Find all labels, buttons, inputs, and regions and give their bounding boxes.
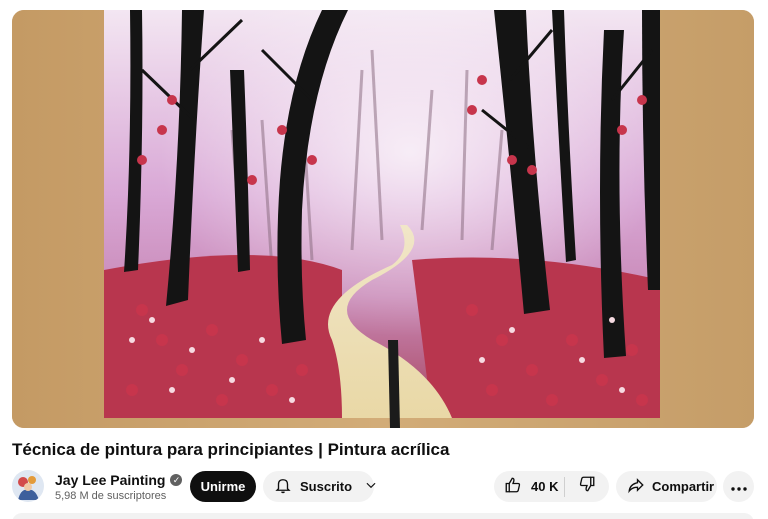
thumbs-up-icon	[504, 476, 522, 497]
chevron-down-icon	[364, 478, 378, 495]
more-horizontal-icon	[730, 478, 747, 496]
share-arrow-icon	[626, 476, 646, 497]
video-actions-row: Jay Lee Painting ✓ 5,98 M de suscriptore…	[12, 469, 754, 503]
dislike-button[interactable]	[565, 471, 609, 502]
description-box[interactable]	[12, 513, 754, 519]
share-label: Compartir	[652, 479, 715, 494]
like-dislike-group: 40 K	[494, 471, 609, 502]
like-button[interactable]: 40 K	[494, 471, 564, 502]
channel-avatar[interactable]	[12, 470, 44, 502]
more-actions-button[interactable]	[723, 471, 754, 502]
video-title: Técnica de pintura para principiantes | …	[12, 440, 450, 459]
bell-icon	[274, 476, 292, 497]
subscribed-button[interactable]: Suscrito	[263, 471, 376, 502]
video-player[interactable]	[12, 10, 754, 428]
share-button[interactable]: Compartir	[616, 471, 717, 502]
painting-frame	[12, 10, 754, 428]
thumbs-down-icon	[578, 475, 596, 498]
channel-name[interactable]: Jay Lee Painting ✓	[55, 471, 183, 489]
join-button[interactable]: Unirme	[190, 471, 256, 502]
subscriber-count: 5,98 M de suscriptores	[55, 490, 167, 502]
like-count: 40 K	[531, 479, 559, 494]
subscribed-label: Suscrito	[300, 479, 353, 494]
channel-name-text[interactable]: Jay Lee Painting	[55, 471, 165, 489]
verified-check-icon: ✓	[170, 474, 183, 486]
